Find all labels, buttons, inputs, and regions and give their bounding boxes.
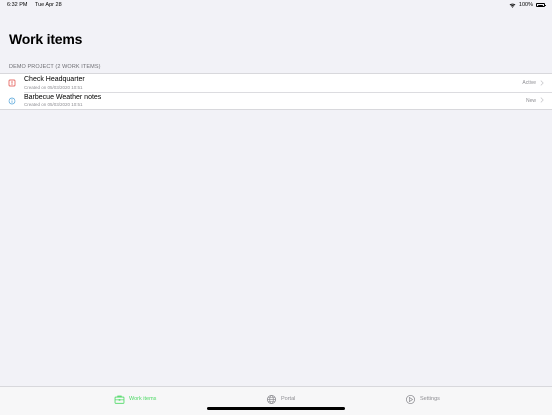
battery-percent: 100%: [518, 2, 533, 8]
tab-bar: Work items Portal Settings: [0, 386, 552, 415]
toolbox-icon: [114, 395, 125, 404]
status-left: 6:32 PM Tue Apr 28: [7, 0, 68, 10]
work-item-row[interactable]: Barbecue Weather notes Created on 05/03/…: [0, 91, 552, 110]
status-bar: 6:32 PM Tue Apr 28 100%: [0, 0, 552, 10]
home-indicator[interactable]: [207, 407, 345, 410]
info-icon: [8, 97, 16, 104]
battery-icon: [536, 3, 546, 7]
work-item-status: New: [525, 97, 536, 104]
status-date: Tue Apr 28: [34, 2, 62, 8]
work-item-status: Active: [522, 80, 536, 86]
tab-label: Work items: [129, 396, 157, 402]
settings-icon: [405, 394, 416, 404]
tab-label: Portal: [281, 396, 296, 402]
globe-icon: [266, 394, 277, 404]
work-item-created: Created on 05/03/2020 10:51: [24, 102, 83, 107]
tab-work-items[interactable]: Work items: [114, 393, 156, 405]
work-item-title: Barbecue Weather notes: [24, 93, 102, 101]
work-item-row[interactable]: Check Headquarter Created on 05/03/2020 …: [0, 74, 552, 92]
tab-settings[interactable]: Settings: [405, 393, 440, 405]
status-time: 6:32 PM: [7, 2, 28, 8]
chevron-right-icon: [540, 79, 544, 86]
page-title: Work items: [9, 31, 83, 47]
section-header: DEMO PROJECT (2 WORK ITEMS): [9, 64, 101, 70]
tab-portal[interactable]: Portal: [266, 393, 295, 405]
status-right: 100%: [509, 0, 546, 10]
chevron-right-icon: [540, 97, 544, 103]
tab-label: Settings: [420, 396, 440, 402]
wifi-icon: [509, 3, 516, 8]
exclamation-icon: [8, 79, 16, 87]
work-item-title: Check Headquarter: [24, 76, 85, 83]
work-item-created: Created on 05/03/2020 10:51: [24, 84, 83, 90]
work-items-list: Check Headquarter Created on 05/03/2020 …: [0, 73, 552, 110]
